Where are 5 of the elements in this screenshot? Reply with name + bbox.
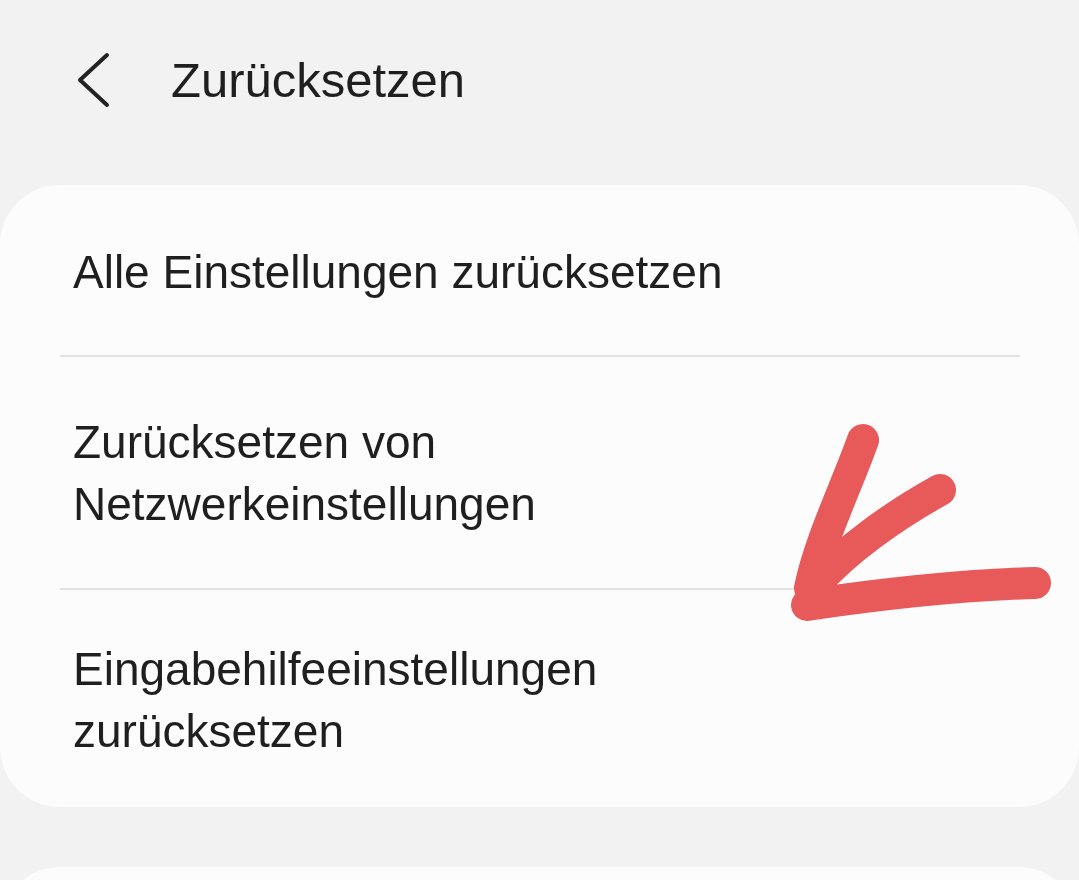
menu-item[interactable]: Zurücksetzen von Netzwerkeinstellungen (0, 357, 746, 588)
menu-item[interactable]: Eingabehilfeeinstellungen zurücksetzen (0, 590, 786, 807)
page-title: Zurücksetzen (171, 52, 466, 108)
back-icon[interactable] (75, 52, 111, 108)
menu-item[interactable]: Alle Einstellungen zurücksetzen (0, 185, 946, 355)
